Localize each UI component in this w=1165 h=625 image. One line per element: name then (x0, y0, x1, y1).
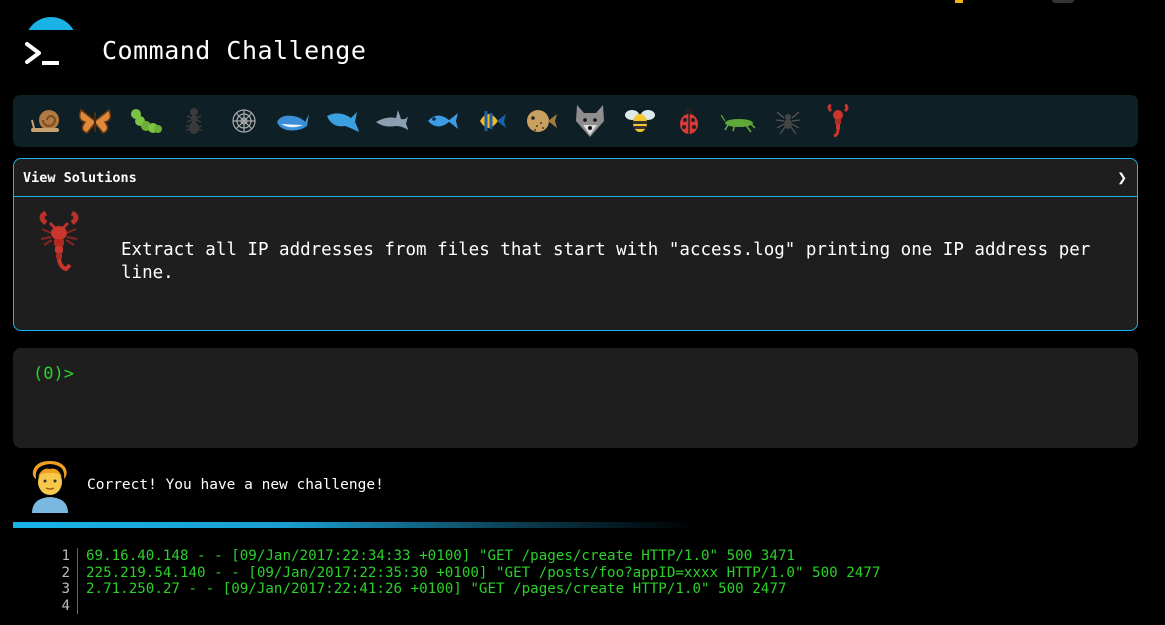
command-input-terminal[interactable]: (0)> (13, 348, 1138, 448)
line-number: 2 (50, 564, 78, 581)
view-solutions-toggle[interactable]: View Solutions ❯ (14, 159, 1137, 197)
avatar-icon (32, 461, 68, 513)
animal-butterfly-button[interactable] (71, 101, 121, 141)
caterpillar-icon (130, 109, 162, 133)
terminal-logo-icon[interactable] (20, 30, 80, 80)
animal-blowfish-button[interactable] (516, 101, 566, 141)
fish-icon (427, 113, 458, 129)
view-solutions-label: View Solutions (23, 169, 137, 186)
line-text: 2.71.250.27 - - [09/Jan/2017:22:41:26 +0… (86, 581, 787, 597)
animal-challenge-bar (13, 95, 1138, 147)
terminal-prompt: (0)> (33, 364, 74, 384)
animal-dolphin-button[interactable] (318, 101, 368, 141)
tropical-fish-icon (480, 111, 507, 131)
ladybug-icon (680, 108, 699, 134)
animal-snail-button[interactable] (21, 101, 71, 141)
top-decoration (955, 0, 963, 3)
line-number: 3 (50, 581, 78, 598)
animal-wolf-button[interactable] (566, 101, 616, 141)
animal-whale-button[interactable] (269, 101, 319, 141)
scorpion-icon (827, 103, 849, 138)
line-text (78, 598, 86, 615)
animal-tropical-fish-button[interactable] (467, 101, 517, 141)
animal-cricket-button[interactable] (714, 101, 764, 141)
line-text: 225.219.54.140 - - [09/Jan/2017:22:35:30… (86, 564, 881, 581)
line-number: 4 (50, 597, 78, 614)
progress-bar (13, 522, 693, 528)
animal-scorpion-button[interactable] (813, 101, 863, 141)
page-title: Command Challenge (102, 36, 367, 65)
ant-icon (186, 108, 203, 134)
feedback-message-area: Correct! You have a new challenge! (28, 461, 1128, 513)
chevron-right-icon[interactable]: ❯ (1117, 168, 1127, 187)
bee-icon (624, 110, 655, 132)
scorpion-icon (39, 210, 79, 272)
animal-spider-button[interactable] (764, 101, 814, 141)
animal-fish-button[interactable] (417, 101, 467, 141)
file-line: 2 225.219.54.140 - - [09/Jan/2017:22:35:… (50, 564, 1150, 581)
wolf-icon (576, 105, 605, 137)
butterfly-icon (79, 108, 112, 134)
animal-ant-button[interactable] (170, 101, 220, 141)
shark-icon (376, 110, 409, 130)
cricket-icon (720, 114, 756, 133)
whale-icon (277, 114, 310, 131)
animal-ladybug-button[interactable] (665, 101, 715, 141)
spider-icon (776, 111, 801, 135)
blowfish-icon (526, 110, 557, 132)
file-contents-view: 1 69.16.40.148 - - [09/Jan/2017:22:34:33… (50, 548, 1150, 614)
animal-caterpillar-button[interactable] (120, 101, 170, 141)
animal-shark-button[interactable] (368, 101, 418, 141)
line-text: 69.16.40.148 - - [09/Jan/2017:22:34:33 +… (86, 548, 795, 564)
snail-icon (30, 110, 59, 132)
challenge-body: Extract all IP addresses from files that… (14, 197, 1137, 330)
spider-web-icon (232, 109, 256, 133)
challenge-description: Extract all IP addresses from files that… (121, 240, 1091, 283)
dolphin-icon (326, 112, 359, 132)
line-number: 1 (50, 548, 78, 565)
animal-spider-web-button[interactable] (219, 101, 269, 141)
top-decoration-2 (1052, 0, 1074, 3)
solutions-panel: View Solutions ❯ Extract all IP addresse… (13, 158, 1138, 331)
file-line: 4 (50, 597, 1150, 615)
animal-bee-button[interactable] (615, 101, 665, 141)
feedback-text: Correct! You have a new challenge! (87, 477, 384, 493)
file-line: 3 2.71.250.27 - - [09/Jan/2017:22:41:26 … (50, 581, 1150, 598)
file-line: 1 69.16.40.148 - - [09/Jan/2017:22:34:33… (50, 548, 1150, 565)
